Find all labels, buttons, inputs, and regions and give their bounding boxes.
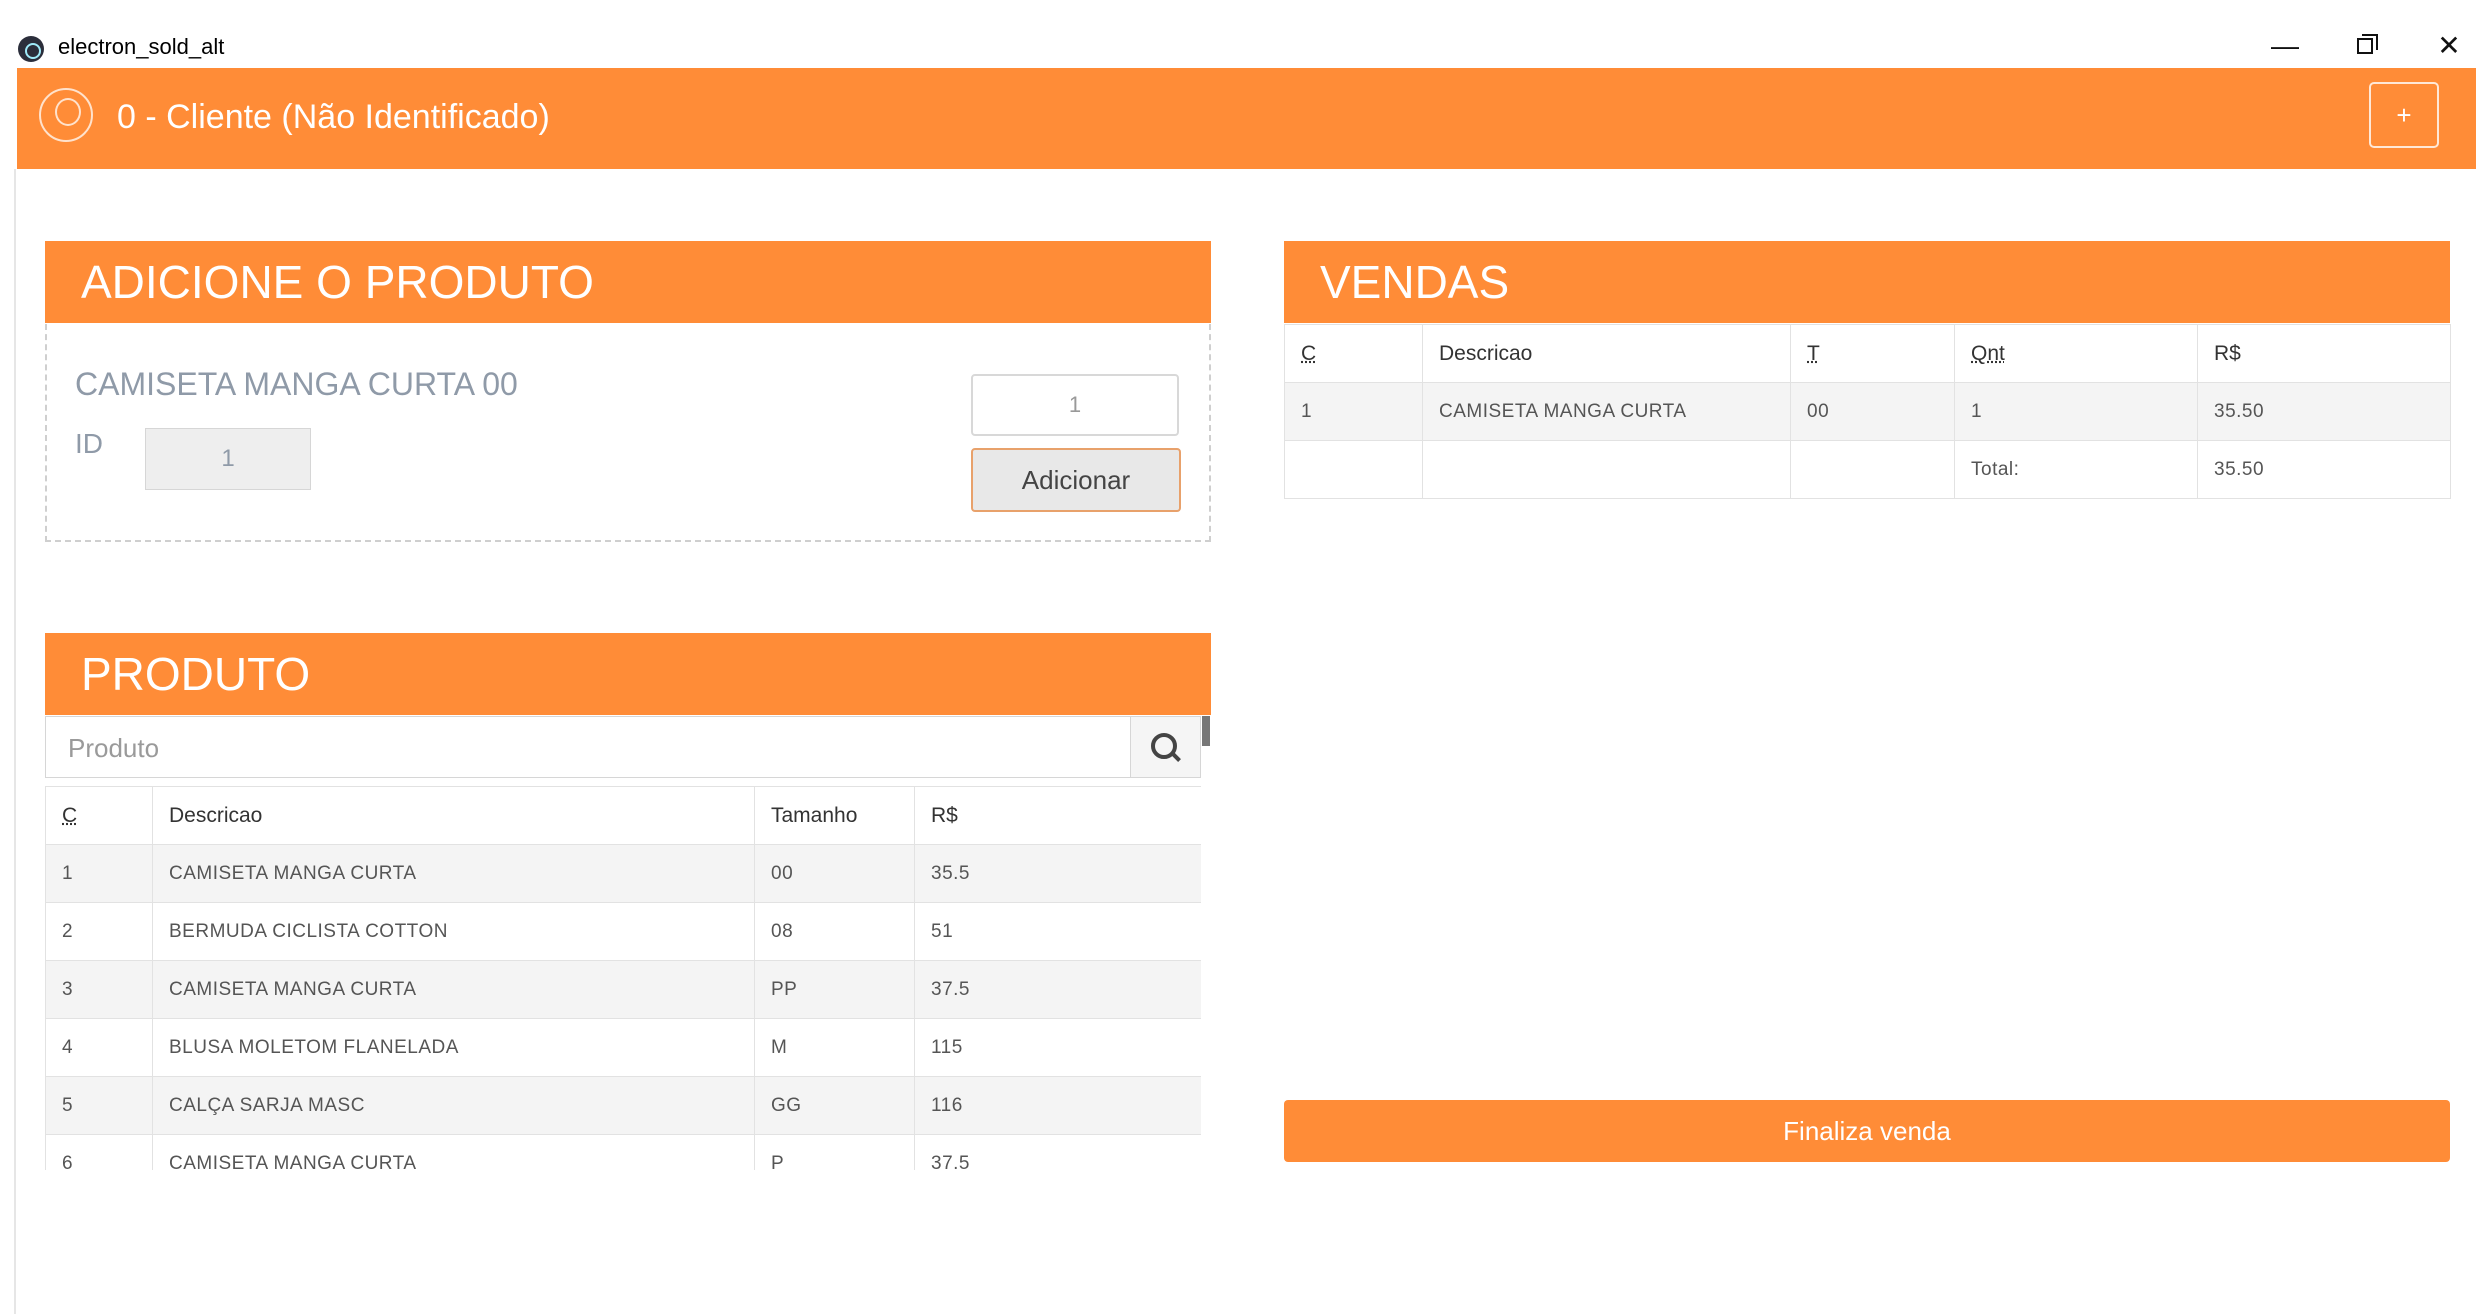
cell-description: CAMISETA MANGA CURTA [1422, 382, 1791, 441]
cell-description: CAMISETA MANGA CURTA [152, 844, 755, 903]
cell-size: PP [754, 960, 915, 1019]
total-label: Total: [1954, 440, 2198, 499]
quantity-input[interactable]: 1 [971, 374, 1179, 436]
id-label: ID [75, 428, 103, 459]
column-header[interactable]: C [45, 786, 153, 845]
table-row[interactable]: 3 CAMISETA MANGA CURTA PP 37.5 [45, 960, 1201, 1019]
cell-price: 116 [914, 1076, 1201, 1135]
table-header-row: C Descricao Tamanho R$ [45, 786, 1201, 845]
selected-product-name: CAMISETA MANGA CURTA 00 [75, 366, 518, 402]
cell-code: 5 [45, 1076, 153, 1135]
cell-code: 1 [1284, 382, 1423, 441]
close-button[interactable]: ✕ [2424, 26, 2474, 66]
column-header[interactable]: R$ [914, 786, 1201, 845]
total-row: Total: 35.50 [1284, 440, 2451, 499]
add-button[interactable]: Adicionar [971, 448, 1181, 512]
column-header[interactable]: Qnt [1954, 324, 2198, 383]
product-id-field[interactable]: 1 [145, 428, 311, 490]
search-icon[interactable] [1130, 717, 1200, 777]
cell-size: 00 [1790, 382, 1955, 441]
window-border [14, 169, 16, 1314]
restore-button[interactable] [2342, 26, 2392, 66]
column-header[interactable]: R$ [2197, 324, 2451, 383]
cell-code: 3 [45, 960, 153, 1019]
cell-description: BERMUDA CICLISTA COTTON [152, 902, 755, 961]
table-row[interactable]: 1 CAMISETA MANGA CURTA 00 35.5 [45, 844, 1201, 903]
cell-size: P [754, 1134, 915, 1170]
cell-description: CALÇA SARJA MASC [152, 1076, 755, 1135]
column-header[interactable]: Tamanho [754, 786, 915, 845]
cell-size: 08 [754, 902, 915, 961]
table-row[interactable]: 2 BERMUDA CICLISTA COTTON 08 51 [45, 902, 1201, 961]
restore-icon [2357, 34, 2378, 54]
cell-price: 115 [914, 1018, 1201, 1077]
cell-code: 6 [45, 1134, 153, 1170]
cell-description: BLUSA MOLETOM FLANELADA [152, 1018, 755, 1077]
add-product-panel: CAMISETA MANGA CURTA 00 ID 1 1 Adicionar [45, 324, 1211, 542]
cell-price: 51 [914, 902, 1201, 961]
table-row[interactable]: 4 BLUSA MOLETOM FLANELADA M 115 [45, 1018, 1201, 1077]
add-customer-button[interactable]: + [2369, 82, 2439, 148]
cell-size: 00 [754, 844, 915, 903]
cell-price: 37.5 [914, 1134, 1201, 1170]
cell-code: 2 [45, 902, 153, 961]
customer-name: 0 - Cliente (Não Identificado) [117, 98, 550, 136]
column-header[interactable]: Descricao [1422, 324, 1791, 383]
table-header-row: C Descricao T Qnt R$ [1284, 324, 2451, 383]
user-icon[interactable] [39, 88, 93, 142]
product-table-viewport[interactable]: C Descricao Tamanho R$ 1 CAMISETA MANGA … [45, 786, 1201, 1170]
table-row[interactable]: 1 CAMISETA MANGA CURTA 00 1 35.50 [1284, 382, 2451, 441]
cell-quantity: 1 [1954, 382, 2198, 441]
scrollbar-thumb[interactable] [1202, 716, 1210, 746]
cell-price: 35.50 [2197, 382, 2451, 441]
sales-table: C Descricao T Qnt R$ 1 CAMISETA MANGA CU… [1284, 324, 2451, 499]
add-product-title: ADICIONE O PRODUTO [45, 241, 1211, 323]
cell-size: GG [754, 1076, 915, 1135]
table-row[interactable]: 5 CALÇA SARJA MASC GG 116 [45, 1076, 1201, 1135]
cell-price: 35.5 [914, 844, 1201, 903]
window-titlebar: electron_sold_alt — ✕ [0, 0, 2476, 68]
table-row[interactable]: 6 CAMISETA MANGA CURTA P 37.5 [45, 1134, 1201, 1170]
cell-size: M [754, 1018, 915, 1077]
column-header[interactable]: T [1790, 324, 1955, 383]
column-header[interactable]: C [1284, 324, 1423, 383]
product-table: C Descricao Tamanho R$ 1 CAMISETA MANGA … [45, 786, 1201, 1170]
column-header[interactable]: Descricao [152, 786, 755, 845]
cell-code: 1 [45, 844, 153, 903]
finalize-sale-button[interactable]: Finaliza venda [1284, 1100, 2450, 1162]
customer-header: 0 - Cliente (Não Identificado) + [17, 68, 2476, 169]
product-search-bar: Produto [45, 716, 1201, 778]
product-search-input[interactable]: Produto [68, 733, 159, 764]
cell-description: CAMISETA MANGA CURTA [152, 960, 755, 1019]
electron-app-icon [18, 36, 44, 62]
window-title: electron_sold_alt [58, 34, 225, 59]
products-title: PRODUTO [45, 633, 1211, 715]
cell-price: 37.5 [914, 960, 1201, 1019]
sales-title: VENDAS [1284, 241, 2450, 323]
minimize-button[interactable]: — [2260, 26, 2310, 66]
total-value: 35.50 [2197, 440, 2451, 499]
cell-description: CAMISETA MANGA CURTA [152, 1134, 755, 1170]
cell-code: 4 [45, 1018, 153, 1077]
